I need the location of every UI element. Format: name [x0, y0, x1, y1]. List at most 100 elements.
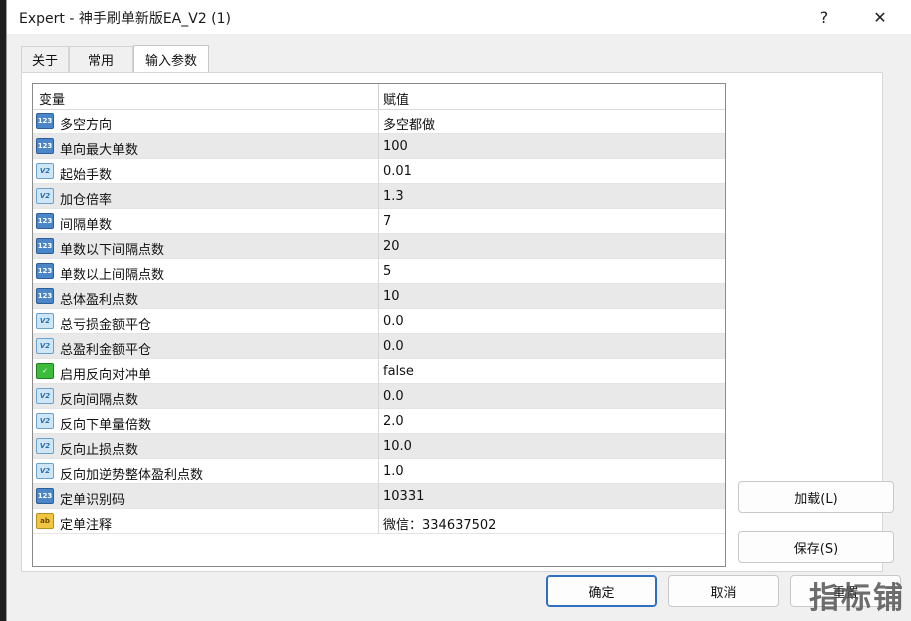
cell-divider: [378, 284, 379, 309]
cell-divider: [378, 109, 379, 134]
parameter-name: 加仓倍率: [60, 193, 113, 208]
table-row[interactable]: 123 总体盈利点数 10: [33, 284, 725, 309]
tab-about[interactable]: 关于: [21, 46, 69, 72]
cell-divider: [378, 334, 379, 359]
table-row[interactable]: 123 间隔单数 7: [33, 209, 725, 234]
parameter-name: 定单注释: [60, 518, 113, 533]
parameter-name: 单数以下间隔点数: [60, 243, 165, 258]
cell-divider: [378, 309, 379, 334]
parameter-name: 间隔单数: [60, 218, 113, 233]
tab-inputs[interactable]: 输入参数: [133, 45, 209, 72]
help-button[interactable]: ?: [801, 0, 847, 34]
parameter-name: 反向加逆势整体盈利点数: [60, 468, 204, 483]
parameter-name: 定单识别码: [60, 493, 126, 508]
double-type-icon: V2: [36, 338, 54, 354]
column-header-value[interactable]: 赋值: [383, 89, 409, 108]
table-row[interactable]: 123 单数以上间隔点数 5: [33, 259, 725, 284]
parameter-value[interactable]: 0.0: [383, 314, 404, 329]
cancel-button[interactable]: 取消: [668, 575, 779, 607]
parameter-name: 多空方向: [60, 118, 113, 133]
parameter-value[interactable]: 100: [383, 139, 408, 154]
table-row[interactable]: V2 起始手数 0.01: [33, 159, 725, 184]
parameter-value[interactable]: 1.3: [383, 189, 404, 204]
double-type-icon: V2: [36, 413, 54, 429]
table-row[interactable]: V2 反向间隔点数 0.0: [33, 384, 725, 409]
parameter-value[interactable]: 多空都做: [383, 114, 435, 133]
cell-divider: [378, 184, 379, 209]
ok-button[interactable]: 确定: [546, 575, 657, 607]
table-row[interactable]: V2 反向加逆势整体盈利点数 1.0: [33, 459, 725, 484]
parameter-name: 启用反向对冲单: [60, 368, 152, 383]
parameter-value[interactable]: 0.0: [383, 389, 404, 404]
parameter-value[interactable]: 5: [383, 264, 391, 279]
watermark: 指标铺: [809, 581, 905, 616]
cell-divider: [378, 234, 379, 259]
expert-dialog: Expert - 神手刷单新版EA_V2 (1) ? ✕ 关于 常用 输入参数 …: [6, 0, 911, 621]
close-icon: ✕: [873, 7, 887, 27]
parameter-value[interactable]: 2.0: [383, 414, 404, 429]
column-divider[interactable]: [378, 84, 379, 109]
double-type-icon: V2: [36, 313, 54, 329]
cell-divider: [378, 259, 379, 284]
parameters-grid: 变量 赋值 123 多空方向 多空都做 123 单向最大单数 100 V2 起始手数 0.01 V…: [32, 83, 726, 567]
save-button[interactable]: 保存(S): [738, 531, 894, 563]
inputs-panel: 变量 赋值 123 多空方向 多空都做 123 单向最大单数 100 V2 起始手数 0.01 V…: [21, 72, 894, 572]
table-row[interactable]: V2 反向止损点数 10.0: [33, 434, 725, 459]
table-row[interactable]: 123 单数以下间隔点数 20: [33, 234, 725, 259]
integer-type-icon: 123: [36, 238, 54, 254]
tab-common[interactable]: 常用: [69, 46, 133, 72]
table-row[interactable]: ab 定单注释 微信：334637502: [33, 509, 725, 534]
double-type-icon: V2: [36, 438, 54, 454]
parameter-value[interactable]: false: [383, 364, 414, 379]
cell-divider: [378, 134, 379, 159]
cell-divider: [378, 434, 379, 459]
parameter-name: 单向最大单数: [60, 143, 139, 158]
table-row[interactable]: V2 总盈利金额平仓 0.0: [33, 334, 725, 359]
integer-type-icon: 123: [36, 113, 54, 129]
cell-divider: [378, 384, 379, 409]
cell-divider: [378, 359, 379, 384]
parameter-value[interactable]: 0.0: [383, 339, 404, 354]
double-type-icon: V2: [36, 463, 54, 479]
window-title: Expert - 神手刷单新版EA_V2 (1): [19, 11, 232, 27]
parameter-name: 总盈利金额平仓: [60, 343, 152, 358]
parameter-value[interactable]: 0.01: [383, 164, 412, 179]
integer-type-icon: 123: [36, 263, 54, 279]
cell-divider: [378, 509, 379, 534]
parameter-name: 反向间隔点数: [60, 393, 139, 408]
integer-type-icon: 123: [36, 138, 54, 154]
cell-divider: [378, 159, 379, 184]
cell-divider: [378, 459, 379, 484]
boolean-type-icon: ✓: [36, 363, 54, 379]
parameter-name: 反向下单量倍数: [60, 418, 152, 433]
table-row[interactable]: ✓ 启用反向对冲单 false: [33, 359, 725, 384]
integer-type-icon: 123: [36, 288, 54, 304]
double-type-icon: V2: [36, 388, 54, 404]
cell-divider: [378, 484, 379, 509]
parameter-value[interactable]: 10: [383, 289, 400, 304]
column-header-variable[interactable]: 变量: [39, 89, 65, 108]
parameter-name: 单数以上间隔点数: [60, 268, 165, 283]
double-type-icon: V2: [36, 163, 54, 179]
load-button[interactable]: 加载(L): [738, 481, 894, 513]
table-row[interactable]: V2 反向下单量倍数 2.0: [33, 409, 725, 434]
close-button[interactable]: ✕: [857, 0, 903, 34]
integer-type-icon: 123: [36, 488, 54, 504]
parameter-name: 反向止损点数: [60, 443, 139, 458]
table-row[interactable]: 123 定单识别码 10331: [33, 484, 725, 509]
parameter-value[interactable]: 1.0: [383, 464, 404, 479]
grid-header: 变量 赋值: [33, 84, 725, 110]
parameter-value[interactable]: 微信：334637502: [383, 514, 496, 533]
table-row[interactable]: V2 加仓倍率 1.3: [33, 184, 725, 209]
parameter-name: 总体盈利点数: [60, 293, 139, 308]
parameter-value[interactable]: 10331: [383, 489, 424, 504]
parameter-value[interactable]: 20: [383, 239, 400, 254]
double-type-icon: V2: [36, 188, 54, 204]
parameter-name: 总亏损金额平仓: [60, 318, 152, 333]
string-type-icon: ab: [36, 513, 54, 529]
table-row[interactable]: V2 总亏损金额平仓 0.0: [33, 309, 725, 334]
table-row[interactable]: 123 单向最大单数 100: [33, 134, 725, 159]
parameter-value[interactable]: 10.0: [383, 439, 412, 454]
parameter-value[interactable]: 7: [383, 214, 391, 229]
table-row[interactable]: 123 多空方向 多空都做: [33, 109, 725, 134]
